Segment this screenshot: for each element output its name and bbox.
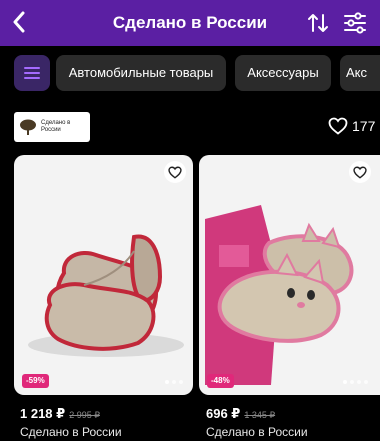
product-card[interactable]: -48% <box>199 155 380 395</box>
tree-icon <box>20 119 36 135</box>
brand-favorite-button[interactable]: 177 <box>328 117 375 135</box>
categories-menu-button[interactable] <box>14 55 50 91</box>
sort-arrows-icon <box>308 14 328 32</box>
discount-badge: -59% <box>22 374 49 388</box>
heart-outline-icon <box>168 166 182 179</box>
product-old-price: 2 995 ₽ <box>69 410 100 420</box>
page-dot <box>165 380 169 384</box>
discount-badge: -48% <box>207 374 234 388</box>
page-dot <box>343 380 347 384</box>
sort-button[interactable] <box>306 11 330 35</box>
favorites-count: 177 <box>352 118 376 134</box>
chip-category[interactable]: Автомобильные товары <box>56 55 226 91</box>
product-price-row: 696 ₽ 1 345 ₽ <box>206 406 275 422</box>
heart-outline-icon <box>328 117 348 135</box>
chip-category[interactable]: Аксессуары <box>235 55 331 91</box>
brand-logo-text: Сделано в России <box>41 120 71 133</box>
page-dot <box>350 380 354 384</box>
page-dot <box>172 380 176 384</box>
product-seller: Сделано в России <box>20 425 122 439</box>
menu-icon <box>24 67 40 79</box>
product-price: 696 ₽ <box>206 406 241 421</box>
image-pagination <box>343 380 368 384</box>
add-to-favorites-button[interactable] <box>349 161 371 183</box>
page-dot <box>364 380 368 384</box>
product-price-row: 1 218 ₽ 2 995 ₽ <box>20 406 100 422</box>
page-dot <box>357 380 361 384</box>
product-image-slippers <box>28 234 184 357</box>
brand-logo[interactable]: Сделано в России <box>14 112 90 142</box>
brand-row: Сделано в России 177 <box>0 110 380 146</box>
filter-button[interactable] <box>342 10 368 36</box>
product-seller: Сделано в России <box>206 425 308 439</box>
heart-outline-icon <box>353 166 367 179</box>
product-card[interactable]: -59% <box>14 155 193 395</box>
product-old-price: 1 345 ₽ <box>244 410 276 420</box>
add-to-favorites-button[interactable] <box>164 161 186 183</box>
top-app-bar: Сделано в России <box>0 0 380 46</box>
filter-sliders-icon <box>344 12 366 34</box>
image-pagination <box>165 380 183 384</box>
product-price: 1 218 ₽ <box>20 406 66 421</box>
chip-category[interactable]: Акс <box>340 55 380 91</box>
page-dot <box>179 380 183 384</box>
category-chips: Автомобильные товары Аксессуары Акс <box>0 55 380 91</box>
product-image-cat-slippers <box>205 205 354 385</box>
